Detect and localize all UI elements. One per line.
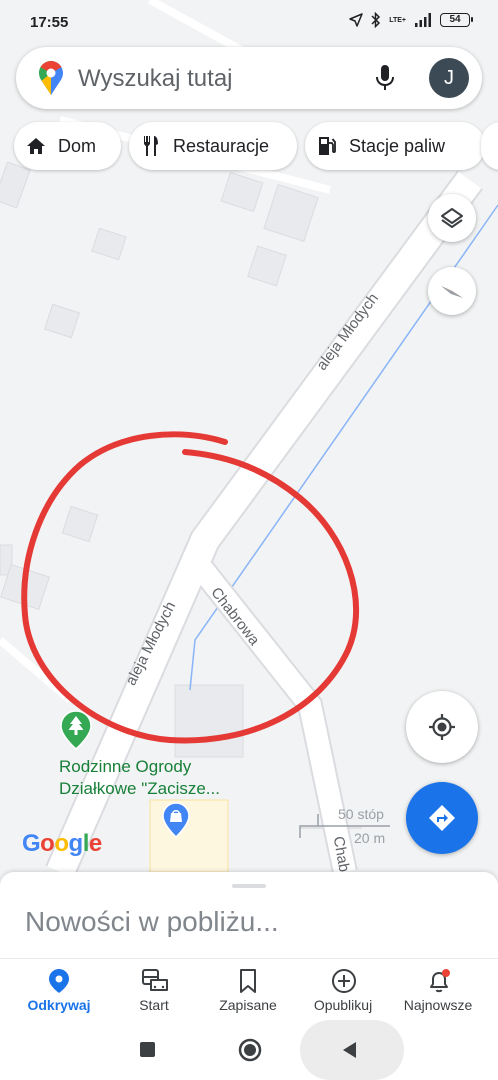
directions-icon bbox=[429, 805, 455, 831]
scale-metric: 20 m bbox=[354, 830, 386, 846]
compass-button[interactable] bbox=[428, 267, 476, 315]
sheet-drag-handle[interactable] bbox=[232, 884, 266, 888]
google-logo-letter: G bbox=[22, 830, 41, 857]
network-type: LTE+ bbox=[389, 16, 406, 24]
nav-label: Opublikuj bbox=[313, 997, 373, 1013]
status-bar: 17:55 LTE+ 54 bbox=[0, 0, 498, 44]
nav-najnowsze[interactable]: Najnowsze bbox=[390, 959, 486, 1021]
back-triangle-icon bbox=[343, 1042, 356, 1058]
chip-dom[interactable]: Dom bbox=[14, 122, 121, 170]
my-location-icon bbox=[429, 714, 455, 740]
sheet-title: Nowości w pobliżu... bbox=[25, 906, 279, 937]
nav-label: Najnowsze bbox=[403, 997, 473, 1013]
bottom-sheet[interactable]: Nowości w pobliżu... bbox=[0, 872, 498, 958]
search-input[interactable]: Wyszukaj tutaj bbox=[78, 65, 233, 93]
chip-label: Dom bbox=[58, 135, 97, 156]
square-icon bbox=[140, 1042, 155, 1057]
chip-label: Restauracje bbox=[173, 135, 270, 156]
bell-icon bbox=[430, 969, 450, 993]
chip-restauracje[interactable]: Restauracje bbox=[129, 122, 297, 170]
park-icon[interactable] bbox=[60, 710, 92, 755]
mic-icon[interactable] bbox=[374, 63, 396, 93]
nav-start[interactable]: Start bbox=[106, 959, 202, 1021]
chip-label: Stacje paliw bbox=[349, 135, 446, 156]
nav-label: Zapisane bbox=[219, 997, 277, 1013]
home-icon bbox=[27, 138, 45, 154]
explore-pin-icon bbox=[49, 969, 69, 993]
google-logo-letter: e bbox=[88, 830, 102, 857]
layers-icon bbox=[441, 208, 463, 228]
shopping-pin-icon[interactable] bbox=[162, 802, 190, 843]
commute-icon bbox=[142, 969, 168, 991]
add-circle-icon bbox=[332, 969, 356, 993]
home-nav-button[interactable] bbox=[232, 1032, 268, 1068]
chip-stacje-paliw[interactable]: Stacje paliw bbox=[305, 122, 485, 170]
circle-home-icon bbox=[238, 1038, 262, 1062]
gas-station-icon bbox=[319, 137, 336, 155]
status-time: 17:55 bbox=[30, 14, 69, 31]
location-arrow-icon bbox=[349, 13, 363, 27]
layers-button[interactable] bbox=[428, 194, 476, 242]
google-logo-letter: o bbox=[54, 830, 69, 857]
scale-imperial: 50 stóp bbox=[338, 806, 384, 822]
google-logo-text: Google bbox=[22, 830, 102, 857]
poi-name[interactable]: Rodzinne Ogrody Działkowe "Zacisze... bbox=[59, 756, 220, 800]
poi-name-line2: Działkowe "Zacisze... bbox=[59, 779, 220, 798]
nav-zapisane[interactable]: Zapisane bbox=[200, 959, 296, 1021]
restaurant-icon bbox=[144, 136, 158, 156]
google-logo: Google bbox=[22, 830, 102, 858]
nav-label: Odkrywaj bbox=[27, 997, 91, 1013]
nav-label: Start bbox=[139, 997, 169, 1013]
directions-button[interactable] bbox=[406, 782, 478, 854]
maps-pin-logo-icon bbox=[39, 61, 63, 95]
nav-odkrywaj[interactable]: Odkrywaj bbox=[11, 959, 107, 1021]
battery-icon: 54 bbox=[440, 13, 473, 27]
poi-name-line1: Rodzinne Ogrody bbox=[59, 757, 192, 776]
signal-icon bbox=[415, 13, 431, 27]
recents-button[interactable] bbox=[131, 1032, 167, 1068]
google-logo-letter: o bbox=[40, 830, 55, 857]
status-icons: LTE+ 54 bbox=[349, 12, 473, 28]
my-location-button[interactable] bbox=[406, 691, 478, 763]
nav-opublikuj[interactable]: Opublikuj bbox=[295, 959, 391, 1021]
google-logo-letter: g bbox=[68, 830, 84, 857]
bottom-nav: Odkrywaj Start Zapisane Opublikuj Najnow… bbox=[0, 958, 498, 1020]
back-nav-button[interactable] bbox=[300, 1020, 404, 1080]
bookmark-icon bbox=[240, 969, 256, 993]
search-bar[interactable]: Wyszukaj tutaj J bbox=[16, 47, 482, 109]
bluetooth-icon bbox=[371, 12, 381, 28]
compass-icon bbox=[441, 286, 463, 298]
system-nav-bar bbox=[0, 1020, 498, 1080]
avatar[interactable]: J bbox=[429, 58, 469, 98]
